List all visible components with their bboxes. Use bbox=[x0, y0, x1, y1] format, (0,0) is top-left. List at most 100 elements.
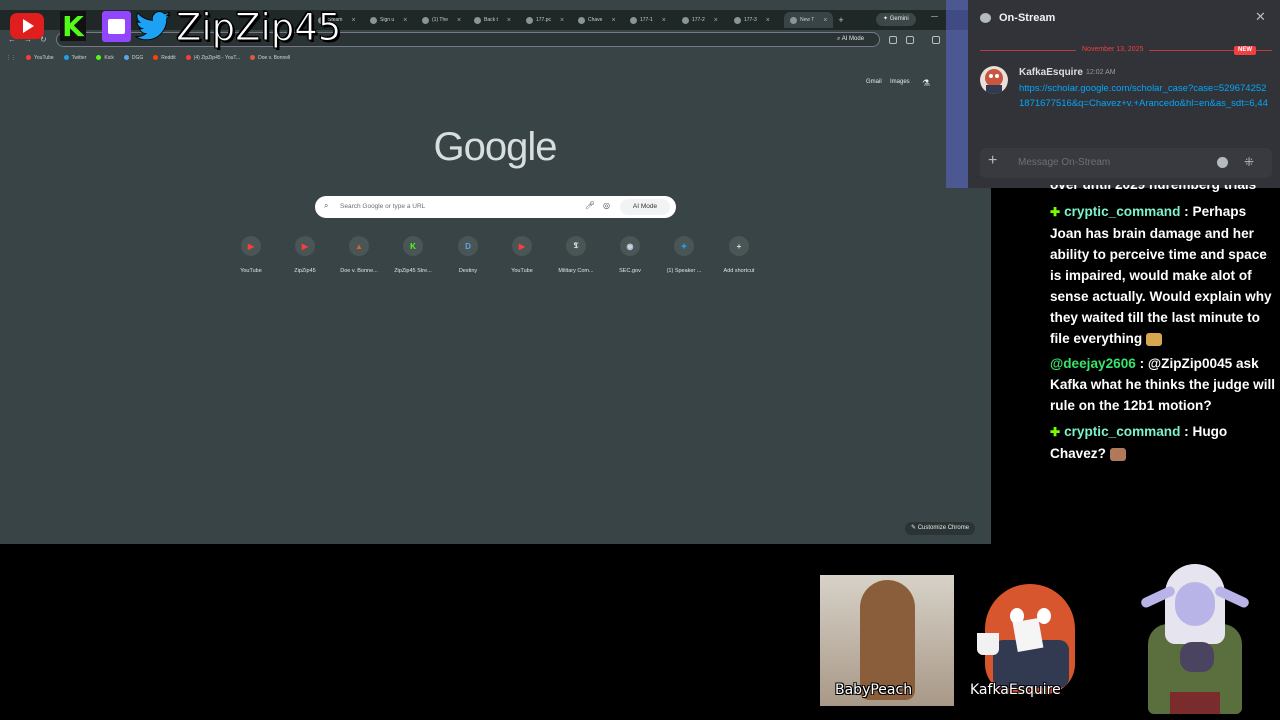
shortcut-tile[interactable]: D Destiny bbox=[441, 236, 495, 274]
chat-username[interactable]: @deejay2606 bbox=[1050, 356, 1136, 371]
new-tab-button[interactable]: + bbox=[835, 14, 847, 26]
ai-mode-label: AI Mode bbox=[632, 203, 658, 210]
browser-tab[interactable]: Sign u × bbox=[370, 12, 407, 28]
close-icon[interactable]: × bbox=[457, 17, 461, 24]
tab-new-tab[interactable]: New T × bbox=[784, 12, 834, 28]
close-icon[interactable]: × bbox=[662, 17, 666, 24]
puzzle-icon[interactable] bbox=[906, 36, 914, 44]
favicon-icon bbox=[123, 55, 129, 60]
gemini-button[interactable]: ✦ Gemini bbox=[876, 13, 916, 26]
emoji-icon[interactable] bbox=[1217, 157, 1228, 168]
shortcut-label: YouTube bbox=[240, 268, 262, 274]
labs-flask-icon[interactable]: ⚗ bbox=[922, 78, 932, 88]
bird-icon bbox=[135, 11, 171, 41]
message-input[interactable]: + Message On-Stream ⁜ bbox=[980, 148, 1272, 178]
apps-icon[interactable]: ⋮⋮ bbox=[6, 55, 16, 61]
search-placeholder[interactable]: Search Google or type a URL bbox=[340, 203, 425, 210]
close-icon[interactable]: × bbox=[766, 17, 770, 24]
discord-popup: On-Stream ✕ November 13, 2025 NEW KafkaE… bbox=[968, 0, 1280, 188]
bookmark-label: Twitter bbox=[71, 54, 87, 61]
chat-username[interactable]: cryptic_command bbox=[1064, 424, 1180, 439]
shortcut-tile[interactable]: ✦ (1) Speaker ... bbox=[657, 236, 711, 274]
close-icon[interactable]: ✕ bbox=[1255, 9, 1266, 25]
gemini-label: Gemini bbox=[889, 16, 909, 22]
shortcut-label: SEC.gov bbox=[619, 268, 641, 274]
shortcut-tile[interactable]: K ZipZip45 Stre... bbox=[386, 236, 440, 274]
message-author[interactable]: KafkaEsquire bbox=[1019, 67, 1083, 78]
favicon-icon bbox=[578, 16, 585, 24]
cat-icon bbox=[1180, 642, 1214, 672]
bookmark-item[interactable]: Kick bbox=[96, 55, 114, 61]
add-attachment-icon[interactable]: + bbox=[988, 152, 997, 170]
browser-tab[interactable]: 177-1 × bbox=[630, 12, 666, 28]
shortcut-tile[interactable]: ▶ ZipZip45 bbox=[278, 236, 332, 274]
browser-tab[interactable]: 177.pc × bbox=[526, 12, 564, 28]
shortcut-tile[interactable]: ▶ YouTube bbox=[495, 236, 549, 274]
shortcut-tile[interactable]: + Add shortcut bbox=[712, 236, 766, 274]
favicon-icon bbox=[26, 55, 31, 60]
bookmark-item[interactable]: YouTube bbox=[26, 55, 54, 61]
google-lens-icon[interactable]: ◎ bbox=[603, 201, 610, 210]
shortcut-tile[interactable]: ▲ Doe v. Bonne... bbox=[332, 236, 386, 274]
close-icon[interactable]: × bbox=[611, 17, 615, 24]
chat-text: Perhaps Joan has brain damage and her ab… bbox=[1050, 204, 1272, 346]
bookmark-item[interactable]: DGG bbox=[123, 55, 143, 61]
apps-icon[interactable]: ⁜ bbox=[1244, 156, 1256, 168]
tab-label: 177-3 bbox=[744, 17, 757, 23]
browser-tab[interactable]: 177-2 × bbox=[682, 12, 718, 28]
bookmark-item[interactable]: Reddit bbox=[153, 55, 176, 61]
ai-mode-button[interactable]: AI Mode bbox=[620, 199, 670, 215]
youtube-logo bbox=[10, 13, 44, 39]
bookmarks-bar: ⋮⋮ YouTube Twitter Kick DGG Reddit (4) ZipZip… bbox=[0, 50, 991, 65]
chrome-icon bbox=[790, 16, 797, 24]
message-link[interactable]: https://scholar.google.com/scholar_case?… bbox=[1019, 81, 1269, 111]
browser-tab[interactable]: Back t × bbox=[474, 12, 511, 28]
browser-tab[interactable]: Chave × bbox=[578, 12, 616, 28]
shortcut-label: Doe v. Bonne... bbox=[340, 268, 378, 274]
close-icon[interactable]: × bbox=[823, 17, 827, 24]
message-placeholder[interactable]: Message On-Stream bbox=[1018, 157, 1110, 168]
ai-mode-label: AI Mode bbox=[841, 36, 865, 42]
close-icon[interactable]: × bbox=[714, 17, 718, 24]
kick-letter: K bbox=[62, 9, 84, 43]
webcam-label: KafkaEsquire bbox=[970, 682, 1061, 698]
close-icon[interactable]: × bbox=[403, 17, 407, 24]
customize-chrome-button[interactable]: ✎ Customize Chrome bbox=[905, 522, 976, 535]
avatar[interactable] bbox=[980, 66, 1008, 94]
chat-username[interactable]: cryptic_command bbox=[1064, 204, 1180, 219]
browser-tab[interactable]: 177-3 × bbox=[734, 12, 770, 28]
close-icon[interactable]: × bbox=[507, 17, 511, 24]
browser-tab[interactable]: (1) The × bbox=[422, 12, 461, 28]
close-icon[interactable]: × bbox=[351, 17, 355, 24]
bookmark-item[interactable]: Twitter bbox=[63, 54, 87, 61]
shortcut-label: (1) Speaker ... bbox=[666, 268, 702, 274]
shortcut-icon: 𝕿 bbox=[566, 236, 586, 256]
tab-label: (1) The bbox=[432, 17, 449, 23]
shortcut-tile[interactable]: ◉ SEC.gov bbox=[603, 236, 657, 274]
bookmark-item[interactable]: Doe v. Bonnell bbox=[250, 55, 290, 61]
minimize-icon[interactable]: — bbox=[931, 13, 938, 20]
twitch-logo bbox=[102, 11, 131, 42]
shortcut-label: Military Com... bbox=[558, 268, 594, 274]
new-badge: NEW bbox=[1234, 46, 1256, 55]
shortcut-tile[interactable]: ▶ YouTube bbox=[224, 236, 278, 274]
microphone-icon[interactable]: 🎤︎ bbox=[585, 201, 595, 210]
shortcut-tile[interactable]: 𝕿 Military Com... bbox=[549, 236, 603, 274]
sparkle-badge-icon: ✚ bbox=[1050, 425, 1061, 439]
tab-label: 177-2 bbox=[692, 17, 705, 23]
extension-icon[interactable] bbox=[889, 36, 897, 44]
bookmark-item[interactable]: (4) ZipZip45 - YouT... bbox=[185, 54, 241, 61]
search-box[interactable]: ⌕ Search Google or type a URL 🎤︎ ◎ AI Mo… bbox=[315, 196, 676, 218]
favicon-icon bbox=[422, 16, 429, 24]
bookmark-label: (4) ZipZip45 - YouT... bbox=[193, 54, 241, 61]
shortcut-icon: ▶ bbox=[295, 236, 315, 256]
close-icon[interactable]: × bbox=[560, 17, 564, 24]
sparkle-badge-icon: ✚ bbox=[1050, 205, 1061, 219]
gmail-link[interactable]: Gmail bbox=[866, 79, 882, 85]
elf-legs bbox=[1170, 692, 1220, 714]
sidepanel-icon[interactable] bbox=[932, 36, 940, 44]
shortcut-glyph: + bbox=[736, 241, 742, 251]
omnibox-ai-mode-button[interactable]: ⌕ AI Mode bbox=[832, 33, 869, 45]
tab-label: Chave bbox=[588, 17, 603, 23]
images-link[interactable]: Images bbox=[890, 79, 910, 85]
